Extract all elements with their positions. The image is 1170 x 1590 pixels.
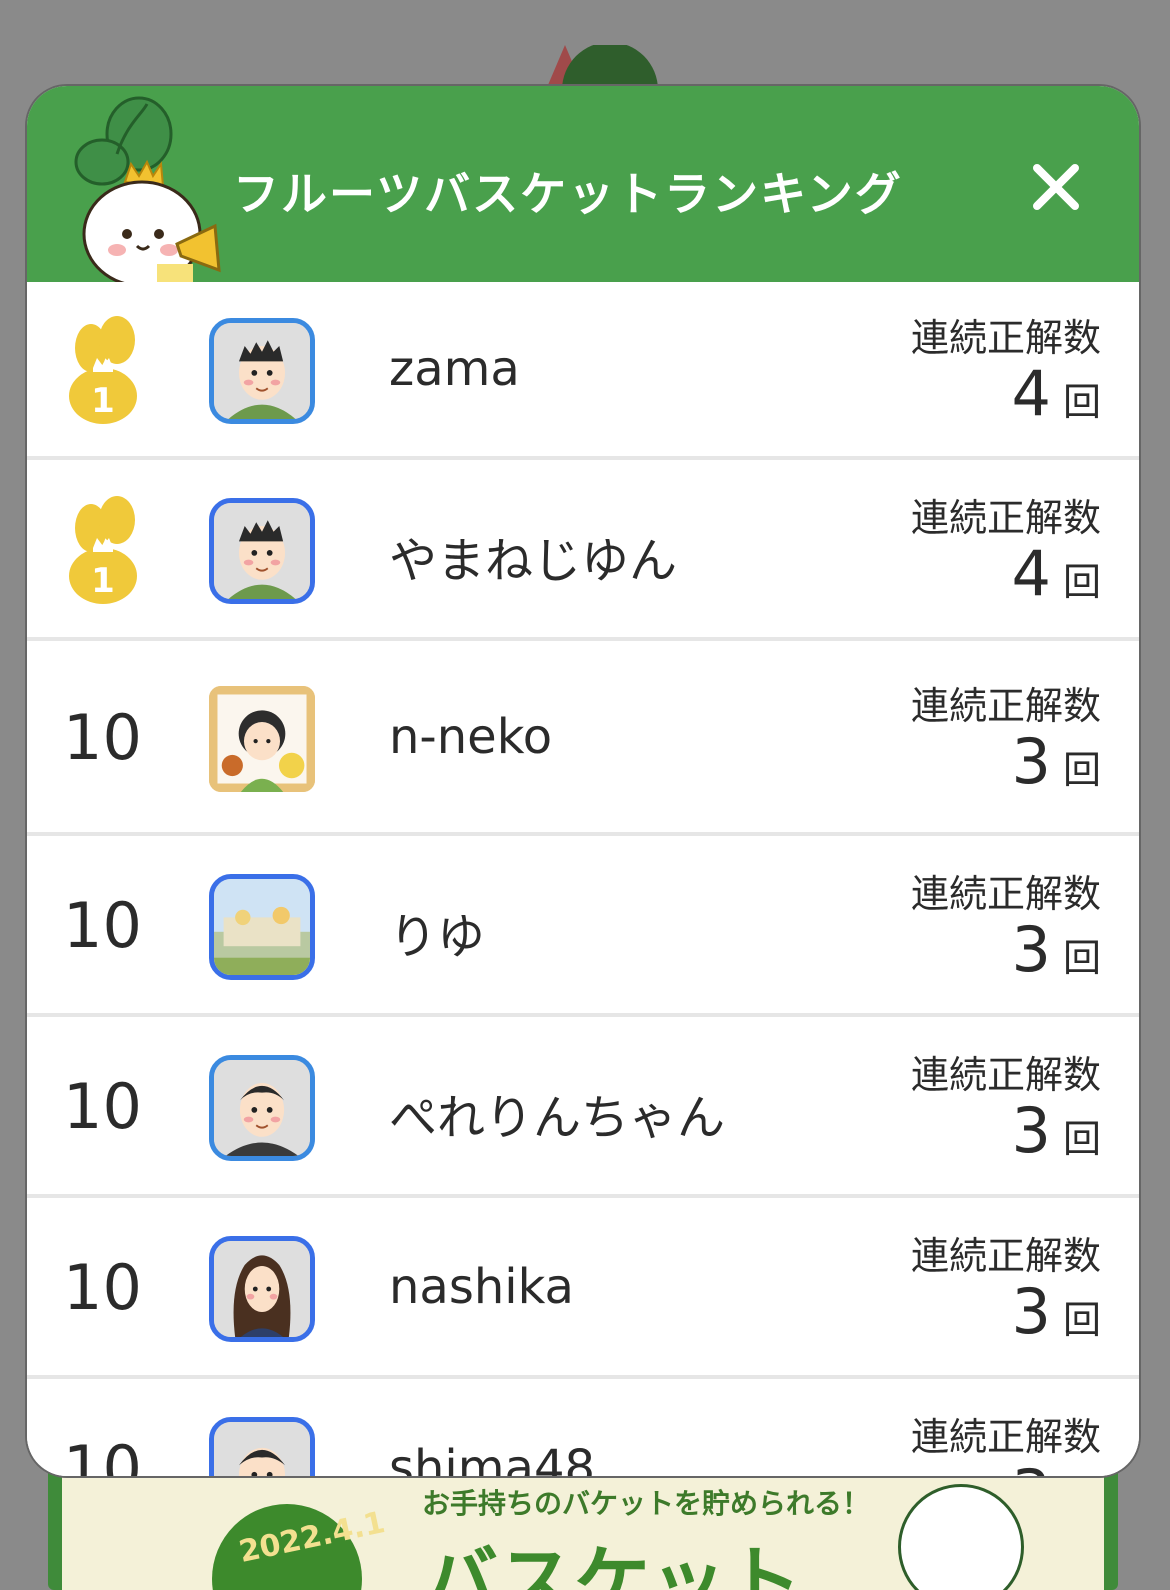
score-value: 3回 bbox=[1012, 1094, 1101, 1167]
score-label: 連続正解数 bbox=[910, 1052, 1101, 1097]
user-name[interactable]: りゆ bbox=[389, 897, 485, 967]
user-name[interactable]: やまねじゆん bbox=[389, 521, 677, 591]
score-value: 4回 bbox=[1012, 357, 1101, 430]
rank-number: 10 bbox=[63, 1069, 142, 1143]
score-number: 4 bbox=[1011, 536, 1051, 610]
score-label: 連続正解数 bbox=[910, 871, 1101, 916]
score-value: 4回 bbox=[1012, 537, 1101, 610]
user-avatar[interactable] bbox=[209, 1054, 315, 1161]
score-label: 連続正解数 bbox=[910, 1233, 1101, 1278]
user-name[interactable]: nashika bbox=[389, 1259, 574, 1315]
mascot-icon bbox=[74, 96, 221, 284]
background-tagline: お手持ちのバケットを貯められる！ bbox=[422, 1487, 871, 1520]
ranking-row: 10 りゆ 連続正解数 3 回 bbox=[27, 836, 1139, 1017]
score-value: 3回 bbox=[1012, 1275, 1101, 1348]
ranking-row: 10 nashika 連続正解数 3 回 bbox=[27, 1198, 1139, 1379]
score-unit: 回 bbox=[1062, 380, 1101, 424]
score-label: 連続正解数 bbox=[910, 1414, 1101, 1459]
score-unit: 回 bbox=[1062, 747, 1101, 792]
modal-title: フルーツバスケットランキング bbox=[233, 167, 903, 221]
score-unit: 回 bbox=[1062, 559, 1101, 604]
background-mascot-image bbox=[898, 1484, 1024, 1590]
user-avatar[interactable] bbox=[209, 318, 315, 424]
user-avatar[interactable] bbox=[209, 1235, 315, 1342]
background-banner: 2022.4.1 お手持ちのバケットを貯められる！ バスケット bbox=[48, 1460, 1118, 1590]
ranking-row: 10 n-neko 連続正解数 3 回 bbox=[27, 641, 1139, 836]
score-label: 連続正解数 bbox=[910, 316, 1101, 360]
user-name[interactable]: zama bbox=[389, 341, 520, 397]
score-unit: 回 bbox=[1062, 935, 1101, 980]
score-label: 連続正解数 bbox=[910, 683, 1101, 728]
user-name[interactable]: shima48 bbox=[389, 1440, 595, 1477]
score-value: 3回 bbox=[1012, 725, 1101, 798]
ranking-row: 1 zama 連続正解数 4 回 bbox=[27, 282, 1139, 460]
ranking-row: 1 やまねじゆん 連続正解数 4 回 bbox=[27, 460, 1139, 641]
rank-number: 10 bbox=[63, 1431, 142, 1477]
score-unit: 回 bbox=[1062, 1116, 1101, 1161]
score-value: 3回 bbox=[1012, 913, 1101, 986]
ranking-list[interactable]: 1 zama 連続正解数 4 回 1 やまねじゆん 連続正解数 4 回 10 n-neko 連続正解数 3… bbox=[27, 282, 1139, 1476]
user-name[interactable]: n-neko bbox=[389, 709, 552, 765]
background-headline: バスケット bbox=[422, 1537, 802, 1590]
score-number: 3 bbox=[1011, 1093, 1051, 1167]
user-name[interactable]: ぺれりんちゃん bbox=[389, 1078, 725, 1148]
user-avatar[interactable] bbox=[209, 1416, 315, 1476]
ranking-row: 10 ぺれりんちゃん 連続正解数 3 回 bbox=[27, 1017, 1139, 1198]
score-number: 3 bbox=[1012, 1456, 1051, 1477]
score-number: 3 bbox=[1011, 1274, 1051, 1348]
svg-text:1: 1 bbox=[91, 381, 115, 421]
rank-number: 10 bbox=[63, 888, 142, 962]
score-value: 3回 bbox=[1012, 1456, 1101, 1477]
score-unit: 回 bbox=[1062, 1297, 1101, 1342]
ranking-row: 10 shima48 連続正解数3回 bbox=[27, 1379, 1139, 1476]
score-label: 連続正解数 bbox=[910, 495, 1101, 540]
ranking-modal: フルーツバスケットランキング 1 zama 連続正解数 4 回 1 やまねじゆん 連続正解数 4… bbox=[27, 86, 1139, 1476]
rank-number: 10 bbox=[63, 1250, 142, 1324]
user-avatar[interactable] bbox=[209, 497, 315, 604]
user-avatar[interactable] bbox=[209, 685, 315, 792]
first-place-medal-icon: 1 bbox=[61, 316, 141, 426]
modal-header: フルーツバスケットランキング bbox=[27, 86, 1139, 284]
close-icon[interactable] bbox=[1027, 158, 1085, 216]
svg-text:1: 1 bbox=[91, 561, 115, 601]
rank-number: 10 bbox=[63, 700, 142, 774]
first-place-medal-icon: 1 bbox=[61, 495, 141, 606]
score-number: 3 bbox=[1011, 724, 1051, 798]
score-number: 3 bbox=[1011, 912, 1051, 986]
score-number: 4 bbox=[1011, 357, 1051, 430]
user-avatar[interactable] bbox=[209, 873, 315, 980]
